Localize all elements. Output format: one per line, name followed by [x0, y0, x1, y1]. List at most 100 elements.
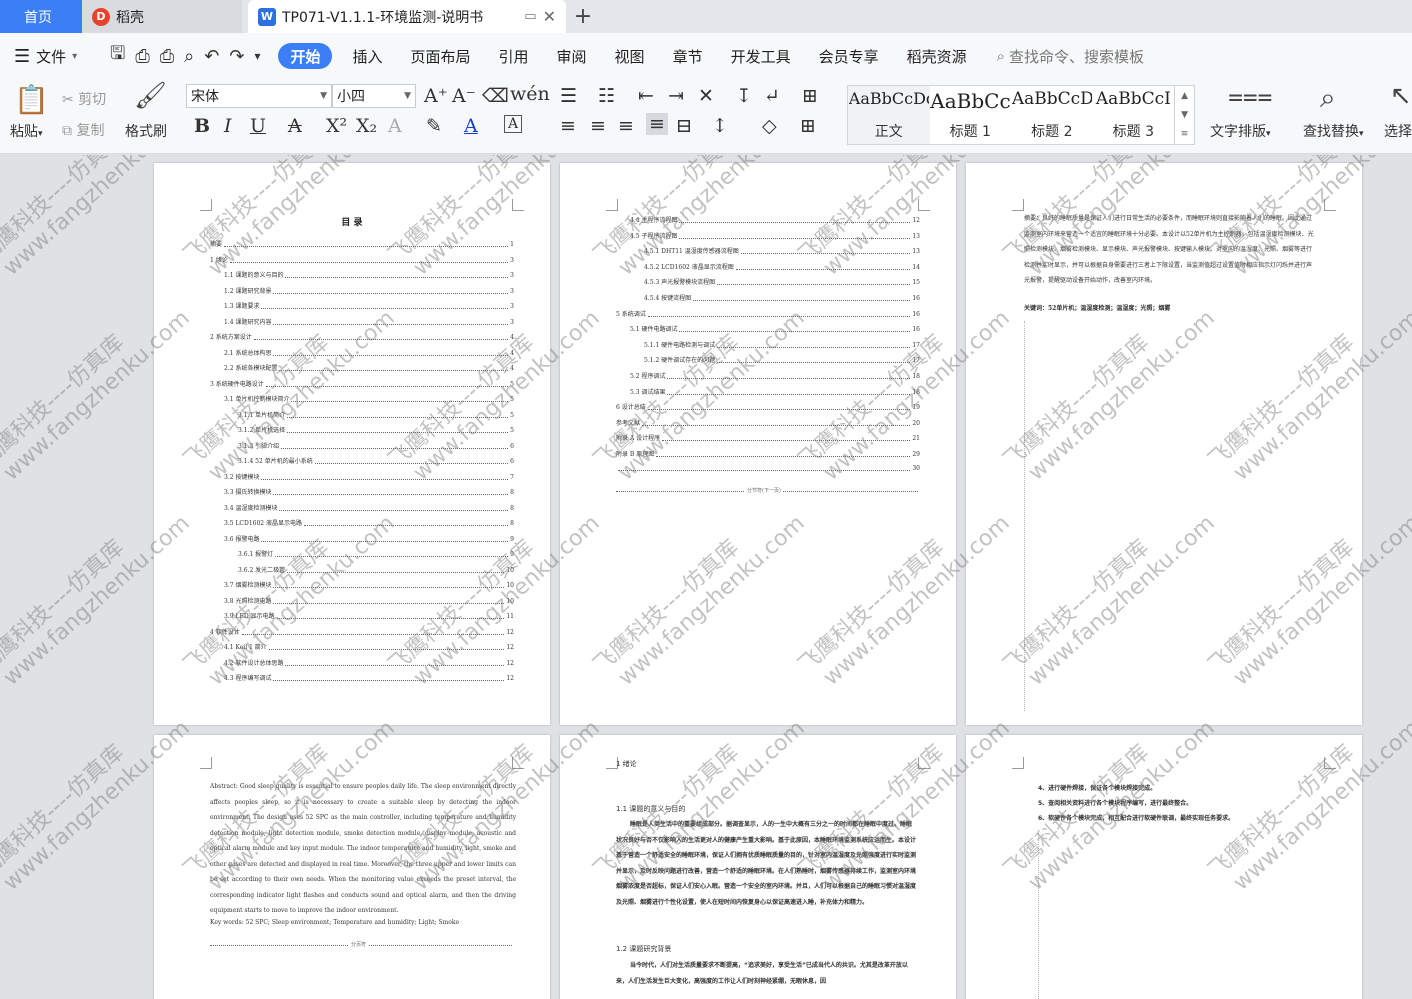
toc-row[interactable]: 2.1 系统总体构思 4 [224, 348, 514, 357]
line-spacing-icon[interactable]: ↕ [712, 115, 728, 137]
chinese-layout-icon[interactable]: ✕ [698, 85, 714, 107]
menu-developer[interactable]: 开发工具 [717, 33, 805, 79]
show-marks-icon[interactable]: ↵ [764, 85, 780, 107]
menu-section[interactable]: 章节 [659, 33, 717, 79]
menu-daoke-resources[interactable]: 稻壳资源 [893, 33, 981, 79]
toc-row[interactable]: 3 系统硬件电路设计 5 [210, 379, 514, 388]
table-grid-icon[interactable]: ⊞ [802, 85, 818, 107]
toc-row[interactable]: 3.1.3 引脚介绍 6 [238, 441, 514, 450]
toc-row[interactable]: 3.8 光照检测电路 10 [224, 596, 514, 605]
increase-font-icon[interactable]: A⁺ [424, 85, 448, 107]
page-abstract-cn[interactable]: 摘要：良好的睡眠质量是保证人们进行日常生活的必要条件，而睡眠环境则直接影响着人们… [966, 163, 1362, 725]
toc-row[interactable]: 3.6.2 发光二极管 10 [238, 565, 514, 574]
toc-row[interactable]: 1.2 课题研究背景 3 [224, 286, 514, 295]
toc-row[interactable]: 2 系统方案设计 4 [210, 332, 514, 341]
toc-row[interactable]: 5 系统调试 16 [616, 309, 920, 318]
toc-row[interactable]: 附录 B 原理图 29 [616, 449, 920, 458]
tab-daoke[interactable]: D 稻壳 [82, 0, 242, 33]
clear-format-icon[interactable]: ⌫ [482, 85, 509, 107]
font-size-select[interactable]: 小四 ▼ [332, 84, 416, 108]
font-color-icon[interactable]: A [464, 115, 478, 137]
shading-icon[interactable]: ◇ [762, 115, 777, 137]
align-left-icon[interactable]: ≡ [560, 115, 576, 137]
toc-row[interactable]: 4.1 Keil 1 简介 12 [224, 642, 514, 651]
redo-icon[interactable]: ↷ [229, 46, 244, 67]
chevron-up-icon[interactable]: ▲ [1181, 91, 1188, 101]
menu-member[interactable]: 会员专享 [805, 33, 893, 79]
undo-icon[interactable]: ↶ [204, 46, 219, 67]
toc-row[interactable]: 4.5.1 DHT11 温湿度传感器流程图 13 [644, 246, 920, 255]
menu-insert[interactable]: 插入 [338, 33, 396, 79]
align-center-icon[interactable]: ≡ [590, 115, 606, 137]
page-toc-2[interactable]: 4.4 主程序流程图 12 4.5 子程序流程图 13 4.5.1 DHT11 温湿度传… [560, 163, 956, 725]
subscript-icon[interactable]: X₂ [356, 115, 377, 137]
toc-row[interactable]: 4.5 子程序流程图 13 [630, 231, 920, 240]
monitor-icon[interactable]: ▭ [524, 9, 536, 24]
style-heading-1[interactable]: AaBbCc 标题 1 [930, 86, 1012, 144]
page-toc-1[interactable]: 目 录 摘要 1 1 绪论 3 1.1 课题的意义与目的 3 1.2 课题研究背景 3 1.3 … [154, 163, 550, 725]
tab-document[interactable]: W TP071-V1.1.1-环境监测-说明书 ▭ ✕ [248, 0, 566, 33]
toc-row[interactable]: 4.3 程序编写调试 12 [224, 673, 514, 682]
bullet-list-icon[interactable]: ☰ [560, 85, 577, 107]
toc-row[interactable]: 1.3 课题要求 3 [224, 301, 514, 310]
phonetic-icon[interactable]: wén [510, 83, 550, 105]
expand-icon[interactable]: ≡ [1181, 129, 1189, 139]
file-menu[interactable]: ☰ 文件 ▾ [0, 46, 110, 67]
toc-row[interactable]: 3.1.1 单片机简介 5 [238, 410, 514, 419]
underline-icon[interactable]: U [250, 115, 266, 137]
page-abstract-en[interactable]: Abstract: Good sleep quality is essentia… [154, 735, 550, 999]
toc-row[interactable]: 4.5.3 声光报警模块流程图 15 [644, 277, 920, 286]
toc-row[interactable]: 5.2 程序调试 18 [630, 371, 920, 380]
toc-row[interactable]: 附录 A 设计程序 21 [616, 433, 920, 442]
format-painter-button[interactable]: 格式刷 [125, 121, 167, 141]
toc-row[interactable]: 5.1.1 硬件电路检测与调试 17 [644, 340, 920, 349]
toc-row[interactable]: 4.5.2 LCD1602 液晶显示流程图 14 [644, 262, 920, 271]
toc-row[interactable]: 摘要 1 [210, 239, 514, 248]
menu-view[interactable]: 视图 [601, 33, 659, 79]
toc-row[interactable]: 30 [616, 465, 920, 472]
toc-row[interactable]: 1.1 课题的意义与目的 3 [224, 270, 514, 279]
paste-icon[interactable]: 📋 [14, 83, 49, 116]
bold-icon[interactable]: B [194, 115, 210, 137]
toc-row[interactable]: 3.6 报警电路 9 [224, 534, 514, 543]
new-tab-button[interactable]: + [566, 0, 600, 33]
menu-page-layout[interactable]: 页面布局 [397, 33, 485, 79]
page-introduction[interactable]: 1 绪论 1.1 课题的意义与目的 睡眠是人类生活中的重要组成部分。据调查显示，… [560, 735, 956, 999]
toc-row[interactable]: 3.7 烟雾检测模块 10 [224, 580, 514, 589]
highlight-icon[interactable]: ✎ [426, 115, 442, 137]
toc-row[interactable]: 2.2 系统各模块配置 4 [224, 363, 514, 372]
increase-indent-icon[interactable]: ⇥ [668, 85, 684, 107]
toc-row[interactable]: 1 绪论 3 [210, 255, 514, 264]
copy-button[interactable]: ⧉ 复制 [62, 120, 104, 140]
align-right-icon[interactable]: ≡ [618, 115, 634, 137]
toc-row[interactable]: 3.1.4 52 单片机的最小系统 6 [238, 456, 514, 465]
page-steps[interactable]: 4、进行硬件焊接，保证各个模块焊接完成。 5、查阅相关资料进行各个模块程序编写，… [966, 735, 1362, 999]
style-normal[interactable]: AaBbCcDd 正文 [848, 86, 930, 144]
document-workspace[interactable]: 目 录 摘要 1 1 绪论 3 1.1 课题的意义与目的 3 1.2 课题研究背景 3 1.3 … [0, 155, 1412, 999]
align-justify-icon[interactable]: ≡ [646, 113, 668, 135]
toc-row[interactable]: 5.1.2 硬件调试存在的问题 17 [644, 355, 920, 364]
text-layout-icon[interactable]: ⩶ [1228, 81, 1273, 112]
format-painter-icon[interactable]: 🖌 [134, 81, 167, 111]
styles-scroll[interactable]: ▲ ▼ ≡ [1174, 86, 1194, 144]
toc-row[interactable]: 5.1 硬件电路调试 16 [630, 324, 920, 333]
chevron-down-icon[interactable]: ▼ [1181, 110, 1188, 120]
distributed-icon[interactable]: ⊟ [676, 115, 692, 137]
toc-row[interactable]: 3.6.1 报警灯 9 [238, 549, 514, 558]
find-replace-button[interactable]: 查找替换▾ [1303, 121, 1364, 141]
close-icon[interactable]: ✕ [543, 7, 556, 26]
toc-row[interactable]: 5.3 调试结果 18 [630, 387, 920, 396]
toc-row[interactable]: 3.9 LED 显示电路 11 [224, 611, 514, 620]
paste-button[interactable]: 粘贴▾ [10, 121, 43, 141]
print-icon[interactable]: ⎙ [160, 46, 174, 67]
save-icon[interactable]: 🖫 [110, 41, 125, 71]
menu-references[interactable]: 引用 [485, 33, 543, 79]
char-border-icon[interactable]: A [504, 115, 522, 133]
find-replace-icon[interactable]: ⌕ [1320, 81, 1336, 115]
text-layout-button[interactable]: 文字排版▾ [1210, 121, 1271, 141]
tab-home[interactable]: 首页 [0, 0, 82, 33]
toc-row[interactable]: 3.3 摄氏转换模块 8 [224, 487, 514, 496]
toc-row[interactable]: 1.4 课题研究内容 3 [224, 317, 514, 326]
export-pdf-icon[interactable]: ⎙ [135, 46, 149, 67]
borders-icon[interactable]: ⊞ [800, 115, 816, 137]
